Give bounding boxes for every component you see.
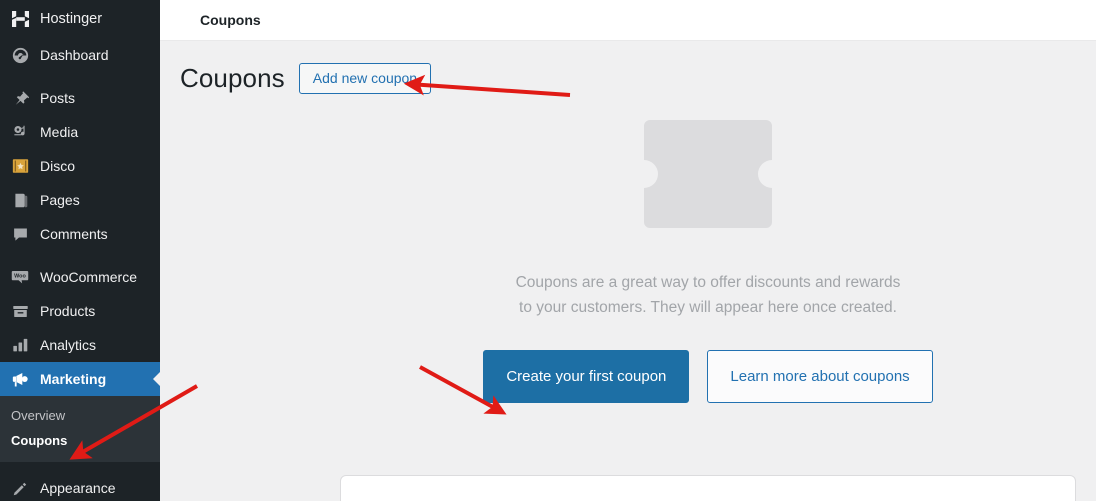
pages-icon <box>9 190 31 210</box>
analytics-icon <box>9 335 31 355</box>
dashboard-icon <box>9 45 31 65</box>
comments-icon <box>9 224 31 244</box>
sidebar-item-analytics[interactable]: Analytics <box>0 328 160 362</box>
main-content: Coupons Coupons Add new coupon Coupons a… <box>160 0 1096 501</box>
empty-state-description: Coupons are a great way to offer discoun… <box>516 270 901 320</box>
products-icon <box>9 301 31 321</box>
sidebar-item-woocommerce[interactable]: Woo WooCommerce <box>0 260 160 294</box>
coupon-ticket-icon <box>644 120 772 228</box>
sidebar-item-products[interactable]: Products <box>0 294 160 328</box>
svg-text:Woo: Woo <box>14 273 26 279</box>
hostinger-logo-icon <box>9 9 31 29</box>
megaphone-icon <box>9 369 31 389</box>
sidebar-item-hostinger[interactable]: Hostinger <box>0 0 160 38</box>
admin-sidebar: Hostinger Dashboard Posts Media Disco Pa… <box>0 0 160 501</box>
sidebar-item-appearance[interactable]: Appearance <box>0 471 160 501</box>
wordpress-admin-screen: Hostinger Dashboard Posts Media Disco Pa… <box>0 0 1096 501</box>
sidebar-item-label: Posts <box>40 90 76 106</box>
sidebar-item-label: Disco <box>40 158 76 174</box>
create-first-coupon-button[interactable]: Create your first coupon <box>483 350 690 403</box>
sidebar-item-label: Appearance <box>40 480 116 496</box>
sidebar-item-label: Comments <box>40 226 108 242</box>
sidebar-item-posts[interactable]: Posts <box>0 81 160 115</box>
submenu-item-coupons[interactable]: Coupons <box>0 428 160 453</box>
sidebar-item-label: Marketing <box>40 371 107 387</box>
empty-state-actions: Create your first coupon Learn more abou… <box>483 350 933 403</box>
sidebar-item-dashboard[interactable]: Dashboard <box>0 38 160 72</box>
sidebar-item-label: Products <box>40 303 96 319</box>
breadcrumb: Coupons <box>200 12 261 28</box>
active-item-pointer <box>153 371 160 387</box>
bottom-panel <box>340 475 1076 501</box>
sidebar-separator <box>0 251 160 260</box>
sidebar-separator <box>0 462 160 471</box>
sidebar-item-label: Media <box>40 124 79 140</box>
sidebar-item-pages[interactable]: Pages <box>0 183 160 217</box>
learn-more-about-coupons-button[interactable]: Learn more about coupons <box>707 350 933 403</box>
empty-description-line-2: to your customers. They will appear here… <box>519 299 897 316</box>
empty-description-line-1: Coupons are a great way to offer discoun… <box>515 274 901 291</box>
disco-icon <box>9 156 31 176</box>
sidebar-item-label: Dashboard <box>40 47 109 63</box>
sidebar-item-label: WooCommerce <box>40 269 137 285</box>
top-bar: Coupons <box>160 0 1096 41</box>
sidebar-item-marketing[interactable]: Marketing <box>0 362 160 396</box>
appearance-icon <box>9 478 31 498</box>
marketing-submenu: Overview Coupons <box>0 396 160 462</box>
sidebar-item-label: Hostinger <box>40 10 103 27</box>
media-icon <box>9 122 31 142</box>
sidebar-item-media[interactable]: Media <box>0 115 160 149</box>
page-title: Coupons <box>180 63 285 94</box>
add-new-coupon-button[interactable]: Add new coupon <box>298 63 432 95</box>
sidebar-separator <box>0 72 160 81</box>
sidebar-item-label: Pages <box>40 192 80 208</box>
page-header: Coupons Add new coupon <box>160 41 1096 95</box>
empty-state: Coupons are a great way to offer discoun… <box>320 120 1096 403</box>
submenu-item-overview[interactable]: Overview <box>0 403 160 428</box>
pin-icon <box>9 88 31 108</box>
woocommerce-icon: Woo <box>9 267 31 287</box>
sidebar-item-label: Analytics <box>40 337 97 353</box>
sidebar-item-disco[interactable]: Disco <box>0 149 160 183</box>
sidebar-item-comments[interactable]: Comments <box>0 217 160 251</box>
